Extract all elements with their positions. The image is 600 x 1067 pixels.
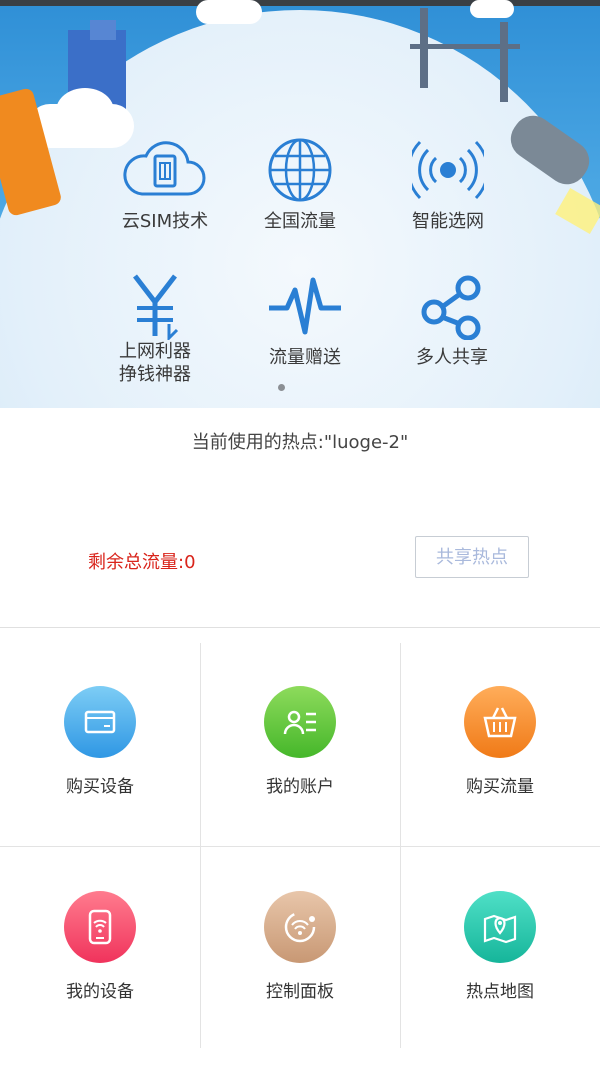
grid-item-hotspot-map[interactable]: 热点地图	[400, 833, 600, 1043]
grid-item-control-panel[interactable]: 控制面板	[200, 833, 400, 1043]
share-hotspot-button[interactable]: 共享热点	[415, 536, 529, 578]
feature-banner[interactable]: 云SIM技术 全国流量 智能选网 上网利器 挣钱神器 流量赠送 多人共享	[0, 0, 600, 408]
grid-item-label: 热点地图	[466, 982, 534, 1002]
yen-icon	[80, 272, 230, 340]
grid-icon-circle	[264, 891, 336, 963]
globe-icon	[225, 136, 375, 204]
building-decoration	[90, 20, 116, 40]
grid-icon-circle	[64, 891, 136, 963]
signal-broadcast-icon	[373, 136, 523, 204]
grid-icon-circle	[464, 891, 536, 963]
cloud-decoration	[56, 88, 114, 134]
feature-earn-money[interactable]: 上网利器 挣钱神器	[80, 272, 230, 386]
feature-data-gift[interactable]: 流量赠送	[230, 272, 380, 369]
feature-label: 全国流量	[264, 211, 336, 232]
feature-label: 上网利器 挣钱神器	[119, 341, 191, 385]
cloud-decoration	[470, 0, 514, 18]
banner-page-indicator[interactable]	[278, 384, 285, 391]
current-hotspot-text: 当前使用的热点:"luoge-2"	[191, 432, 409, 453]
grid-icon-circle	[264, 686, 336, 758]
pulse-icon	[230, 272, 380, 340]
grid-icon-circle	[464, 686, 536, 758]
function-grid: 购买设备 我的账户 购买流量 我的设备 控制面板 热点地图	[0, 627, 600, 1048]
cloud-decoration	[196, 0, 262, 24]
grid-item-label: 购买设备	[66, 777, 134, 797]
grid-item-label: 我的设备	[66, 982, 134, 1002]
share-icon	[377, 272, 527, 340]
grid-item-label: 购买流量	[466, 777, 534, 797]
bridge-decoration	[500, 22, 508, 102]
cloud-sim-icon	[90, 136, 240, 204]
grid-icon-circle	[64, 686, 136, 758]
grid-item-label: 控制面板	[266, 982, 334, 1002]
bridge-decoration	[410, 44, 520, 49]
grid-item-buy-data[interactable]: 购买流量	[400, 628, 600, 838]
remaining-data-text: 剩余总流量:0	[88, 552, 196, 573]
grid-item-my-device[interactable]: 我的设备	[0, 833, 200, 1043]
feature-multi-share[interactable]: 多人共享	[377, 272, 527, 369]
feature-label: 多人共享	[416, 347, 488, 368]
grid-item-my-account[interactable]: 我的账户	[200, 628, 400, 838]
feature-cloud-sim[interactable]: 云SIM技术	[90, 136, 240, 233]
feature-label: 智能选网	[412, 211, 484, 232]
feature-label: 云SIM技术	[121, 211, 209, 232]
feature-label: 流量赠送	[269, 347, 341, 368]
feature-smart-network[interactable]: 智能选网	[373, 136, 523, 233]
grid-item-label: 我的账户	[266, 777, 334, 797]
grid-item-buy-device[interactable]: 购买设备	[0, 628, 200, 838]
feature-national-data[interactable]: 全国流量	[225, 136, 375, 233]
